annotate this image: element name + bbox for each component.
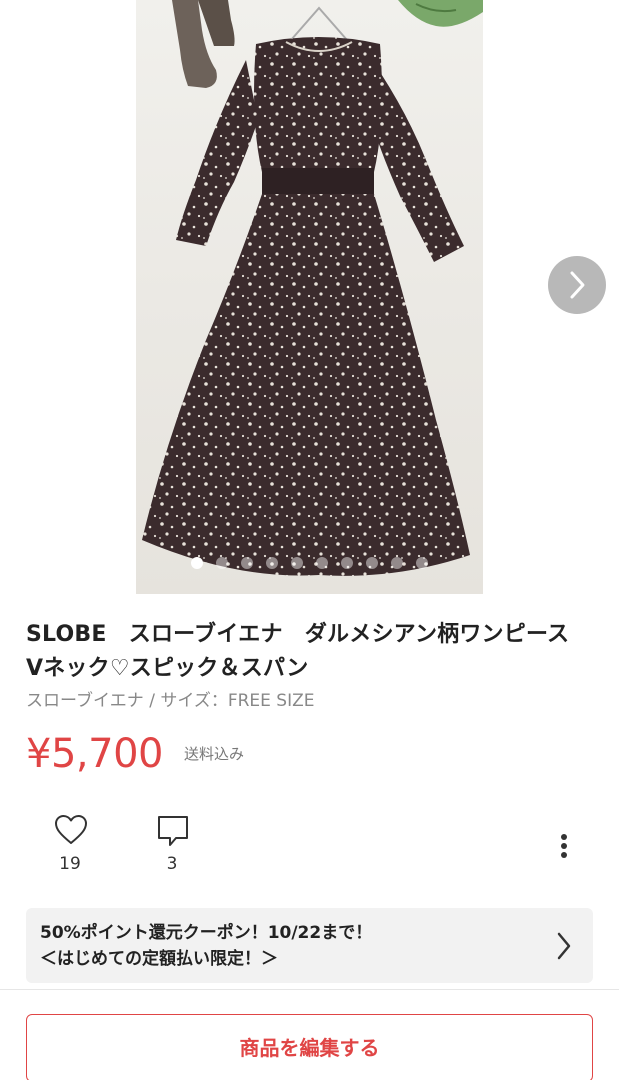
chevron-right-icon: [557, 932, 571, 960]
shipping-label: 送料込み: [184, 745, 245, 763]
more-dot-icon: [561, 852, 567, 858]
next-image-button[interactable]: [548, 256, 606, 314]
pagination-dot[interactable]: [291, 557, 303, 569]
item-brand-size: スローブイエナ / サイズ：FREE SIZE: [26, 691, 315, 711]
more-dot-icon: [561, 843, 567, 849]
more-options-button[interactable]: [546, 826, 582, 866]
like-count: 19: [59, 854, 81, 874]
comment-button[interactable]: 3: [137, 814, 207, 880]
image-gallery[interactable]: [0, 0, 619, 594]
coupon-line-2: ＜はじめての定額払い限定！＞: [40, 949, 278, 969]
pagination-dot[interactable]: [341, 557, 353, 569]
pagination-dot[interactable]: [416, 557, 428, 569]
more-dot-icon: [561, 834, 567, 840]
pagination-dot[interactable]: [216, 557, 228, 569]
divider: [0, 989, 619, 990]
chevron-right-icon: [570, 271, 585, 299]
previous-image-button[interactable]: [10, 0, 50, 34]
item-price: ¥5,700: [26, 731, 163, 777]
pagination-dot[interactable]: [366, 557, 378, 569]
heart-icon: [55, 815, 87, 844]
comment-icon: [158, 816, 188, 846]
pagination-dot[interactable]: [316, 557, 328, 569]
like-button[interactable]: 19: [35, 814, 105, 880]
pagination-dot[interactable]: [391, 557, 403, 569]
product-photo[interactable]: [136, 0, 483, 594]
edit-item-button[interactable]: 商品を編集する: [26, 1014, 593, 1080]
pagination-dot[interactable]: [191, 557, 203, 569]
comment-count: 3: [166, 854, 178, 874]
coupon-banner[interactable]: 50%ポイント還元クーポン！10/22まで！ ＜はじめての定額払い限定！＞: [26, 908, 593, 983]
dress-illustration: [142, 0, 483, 576]
image-pagination-dots: [0, 557, 619, 569]
item-title: SLOBE スローブイエナ ダルメシアン柄ワンピース Vネック♡スピック＆スパン: [26, 622, 592, 681]
pagination-dot[interactable]: [241, 557, 253, 569]
pagination-dot[interactable]: [266, 557, 278, 569]
chevron-left-icon: [24, 0, 42, 30]
coupon-line-1: 50%ポイント還元クーポン！10/22まで！: [40, 923, 373, 943]
